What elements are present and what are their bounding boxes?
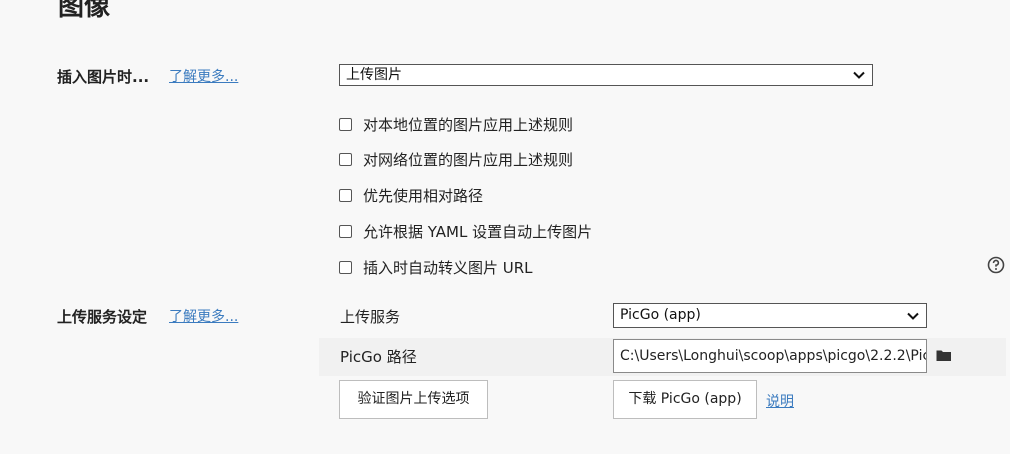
option-label: 插入时自动转义图片 URL <box>363 259 533 277</box>
verify-upload-button[interactable]: 验证图片上传选项 <box>339 380 488 419</box>
option-yaml-upload[interactable]: 允许根据 YAML 设置自动上传图片 <box>339 221 592 242</box>
insert-image-label: 插入图片时... <box>57 68 150 86</box>
upload-service-select[interactable]: PicGo (app) <box>613 303 927 328</box>
option-label: 对本地位置的图片应用上述规则 <box>363 116 574 134</box>
option-label: 允许根据 YAML 设置自动上传图片 <box>363 223 593 241</box>
folder-icon[interactable] <box>936 349 952 362</box>
option-apply-local[interactable]: 对本地位置的图片应用上述规则 <box>339 114 573 135</box>
option-escape-url[interactable]: 插入时自动转义图片 URL <box>339 257 533 278</box>
insert-image-learn-more-link[interactable]: 了解更多... <box>169 66 238 86</box>
upload-service-learn-more-link[interactable]: 了解更多... <box>169 306 238 326</box>
section-title: 图像 <box>58 0 111 22</box>
upload-service-label: 上传服务设定 <box>57 308 148 326</box>
chevron-down-icon <box>907 312 919 320</box>
explain-link[interactable]: 说明 <box>766 391 794 411</box>
option-label: 优先使用相对路径 <box>363 187 484 205</box>
checkbox[interactable] <box>339 225 352 238</box>
checkbox[interactable] <box>339 261 352 274</box>
upload-service-select-value: PicGo (app) <box>620 307 701 323</box>
insert-image-select-value: 上传图片 <box>346 67 402 83</box>
checkbox[interactable] <box>339 153 352 166</box>
option-label: 对网络位置的图片应用上述规则 <box>363 151 574 169</box>
question-circle-icon[interactable] <box>987 256 1005 274</box>
option-apply-network[interactable]: 对网络位置的图片应用上述规则 <box>339 149 573 170</box>
insert-image-select[interactable]: 上传图片 <box>339 64 873 86</box>
path-label: PicGo 路径 <box>340 348 417 366</box>
chevron-down-icon <box>853 71 865 79</box>
option-relative-path[interactable]: 优先使用相对路径 <box>339 185 483 206</box>
service-label: 上传服务 <box>340 308 401 326</box>
download-picgo-button[interactable]: 下载 PicGo (app) <box>613 380 757 419</box>
checkbox[interactable] <box>339 118 352 131</box>
checkbox[interactable] <box>339 189 352 202</box>
picgo-path-input[interactable]: C:\Users\Longhui\scoop\apps\picgo\2.2.2\… <box>613 339 927 373</box>
